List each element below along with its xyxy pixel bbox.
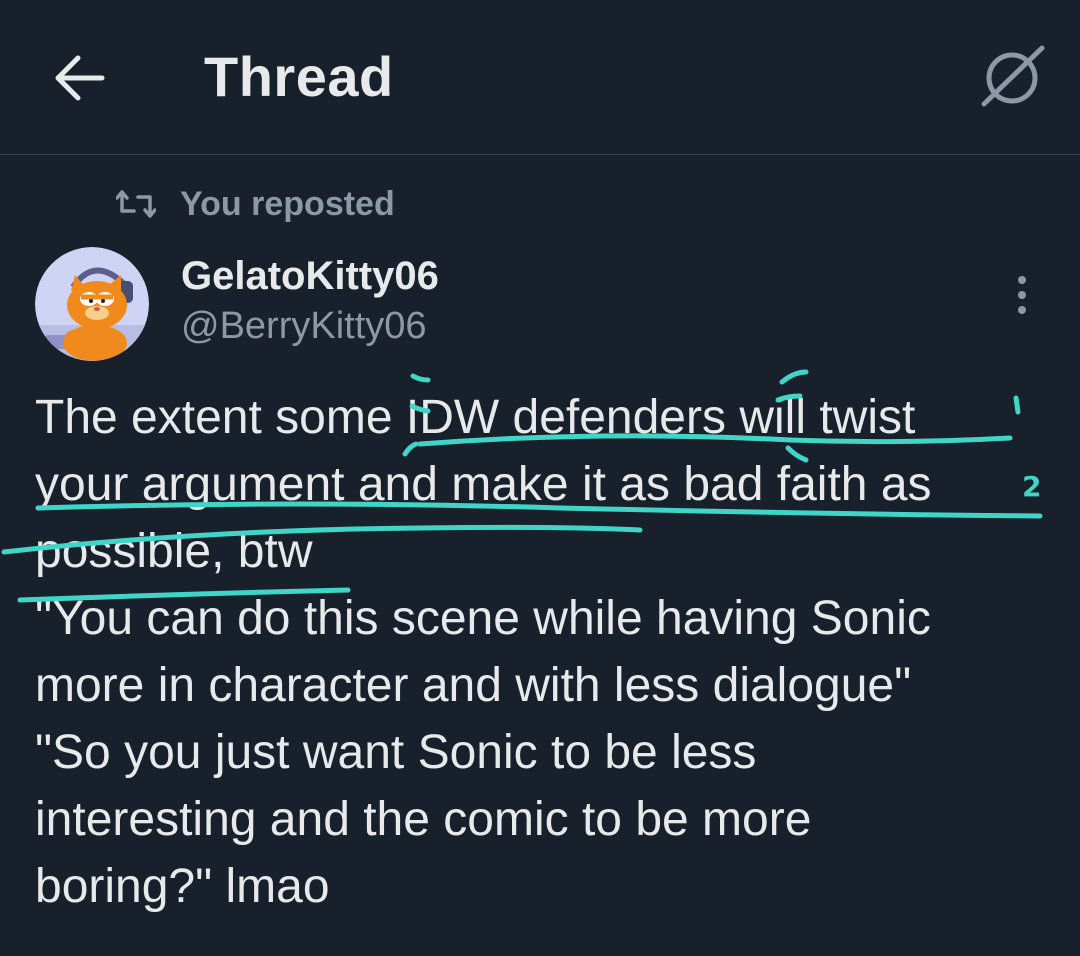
post-text-line: interesting and the comic to be more bbox=[35, 793, 812, 846]
annotation-tick bbox=[779, 369, 809, 385]
author-display-name[interactable]: GelatoKitty06 bbox=[181, 254, 439, 299]
arrow-left-icon bbox=[55, 55, 105, 101]
post-text-line: your argument and make it as bad faith a… bbox=[35, 458, 932, 511]
post-text: The extent some IDW defenders will twist… bbox=[35, 384, 1065, 920]
repost-indicator: You reposted bbox=[116, 183, 395, 225]
post-text-line: The extent some IDW defenders will twist bbox=[35, 391, 916, 444]
timeline-settings-button[interactable] bbox=[976, 44, 1048, 110]
post-text-line: possible, btw bbox=[35, 525, 313, 578]
post-text-line: more in character and with less dialogue… bbox=[35, 659, 912, 712]
post-text-line: "You can do this scene while having Soni… bbox=[35, 592, 931, 645]
repost-label: You reposted bbox=[180, 184, 395, 223]
repost-icon bbox=[116, 190, 156, 218]
post-text-line: "So you just want Sonic to be less bbox=[35, 726, 757, 779]
author-handle[interactable]: @BerryKitty06 bbox=[181, 305, 427, 348]
page-title: Thread bbox=[204, 45, 394, 108]
slashed-circle-icon bbox=[981, 45, 1045, 107]
post-text-line: boring?" lmao bbox=[35, 860, 330, 913]
more-vertical-icon bbox=[1018, 276, 1026, 314]
thread-header: Thread bbox=[0, 0, 1080, 155]
avatar[interactable] bbox=[35, 247, 149, 361]
annotation-tick bbox=[410, 373, 431, 383]
avatar-cartoon-cat bbox=[35, 247, 149, 361]
more-options-button[interactable] bbox=[1004, 272, 1040, 318]
back-button[interactable] bbox=[52, 50, 108, 106]
